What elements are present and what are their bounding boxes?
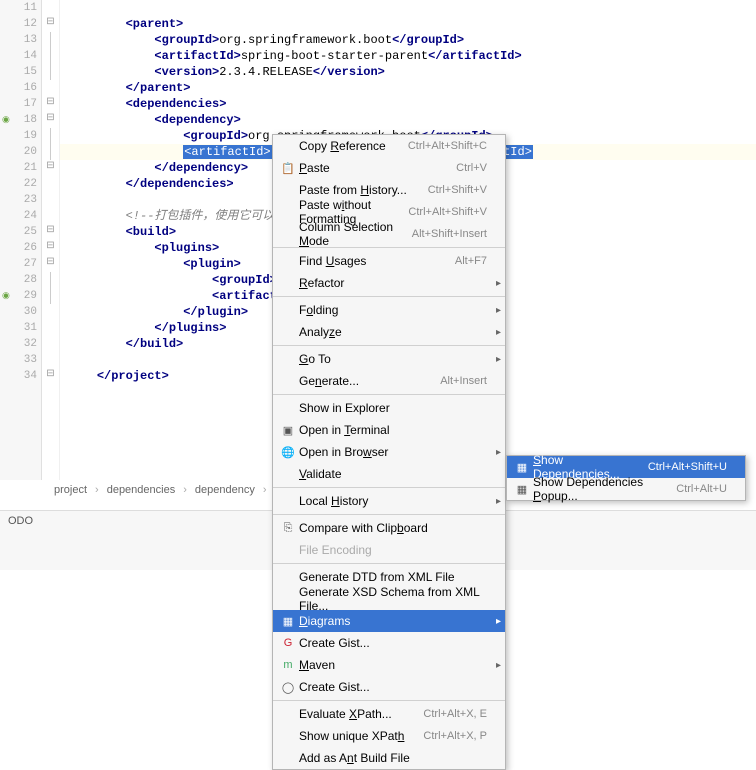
menu-icon: ▦ — [513, 461, 531, 474]
chevron-right-icon: ▸ — [496, 278, 501, 289]
line-number-gutter: 1112131415161718192021222324252627282930… — [0, 0, 42, 480]
menu-item[interactable]: Analyze▸ — [273, 321, 505, 343]
chevron-right-icon: ▸ — [496, 305, 501, 316]
menu-item[interactable]: Refactor▸ — [273, 272, 505, 294]
menu-item[interactable]: ⎘Compare with Clipboard — [273, 517, 505, 539]
menu-icon: ◯ — [279, 681, 297, 694]
chevron-right-icon: ▸ — [496, 616, 501, 627]
breadcrumb-item[interactable]: dependencies — [103, 484, 180, 496]
chevron-right-icon: ▸ — [496, 354, 501, 365]
context-menu[interactable]: Copy ReferenceCtrl+Alt+Shift+C📋PasteCtrl… — [272, 134, 506, 770]
menu-item[interactable]: 📋PasteCtrl+V — [273, 157, 505, 179]
chevron-right-icon: ▸ — [496, 447, 501, 458]
menu-item[interactable]: Copy ReferenceCtrl+Alt+Shift+C — [273, 135, 505, 157]
menu-item[interactable]: Go To▸ — [273, 348, 505, 370]
menu-item[interactable]: ▣Open in Terminal — [273, 419, 505, 441]
menu-item[interactable]: Show unique XPathCtrl+Alt+X, P — [273, 725, 505, 747]
menu-item[interactable]: GCreate Gist... — [273, 632, 505, 654]
chevron-right-icon: ▸ — [496, 660, 501, 671]
menu-item[interactable]: Generate...Alt+Insert — [273, 370, 505, 392]
chevron-right-icon: ▸ — [496, 496, 501, 507]
menu-icon: ▦ — [513, 483, 531, 496]
breadcrumb-item[interactable]: dependency — [191, 484, 259, 496]
menu-icon: ▣ — [279, 424, 297, 437]
menu-item[interactable]: ▦Show Dependencies Popup...Ctrl+Alt+U — [507, 478, 745, 500]
menu-item[interactable]: Local History▸ — [273, 490, 505, 512]
menu-icon: 🌐 — [279, 446, 297, 459]
menu-icon: m — [279, 659, 297, 671]
menu-item[interactable]: Add as Ant Build File — [273, 747, 505, 769]
menu-item[interactable]: ◯Create Gist... — [273, 676, 505, 698]
menu-item: File Encoding — [273, 539, 505, 561]
menu-item[interactable]: Validate — [273, 463, 505, 485]
menu-item[interactable]: Folding▸ — [273, 299, 505, 321]
menu-item[interactable]: Find UsagesAlt+F7 — [273, 250, 505, 272]
menu-icon: ▦ — [279, 615, 297, 628]
menu-item[interactable]: 🌐Open in Browser▸ — [273, 441, 505, 463]
menu-icon: ⎘ — [279, 522, 297, 535]
menu-item[interactable]: Show in Explorer — [273, 397, 505, 419]
menu-item[interactable]: ▦Diagrams▸ — [273, 610, 505, 632]
fold-column[interactable] — [42, 0, 60, 480]
menu-icon: 📋 — [279, 162, 297, 175]
diagrams-submenu[interactable]: ▦Show Dependencies...Ctrl+Alt+Shift+U▦Sh… — [506, 455, 746, 501]
menu-icon: G — [279, 637, 297, 649]
bottom-label: ODO — [8, 515, 33, 527]
menu-item[interactable]: mMaven▸ — [273, 654, 505, 676]
menu-item[interactable]: Generate XSD Schema from XML File... — [273, 588, 505, 610]
menu-item[interactable]: Column Selection ModeAlt+Shift+Insert — [273, 223, 505, 245]
menu-item[interactable]: Evaluate XPath...Ctrl+Alt+X, E — [273, 703, 505, 725]
chevron-right-icon: ▸ — [496, 327, 501, 338]
breadcrumb-item[interactable]: project — [50, 484, 91, 496]
breadcrumb[interactable]: project›dependencies›dependency›artifa — [50, 480, 303, 500]
